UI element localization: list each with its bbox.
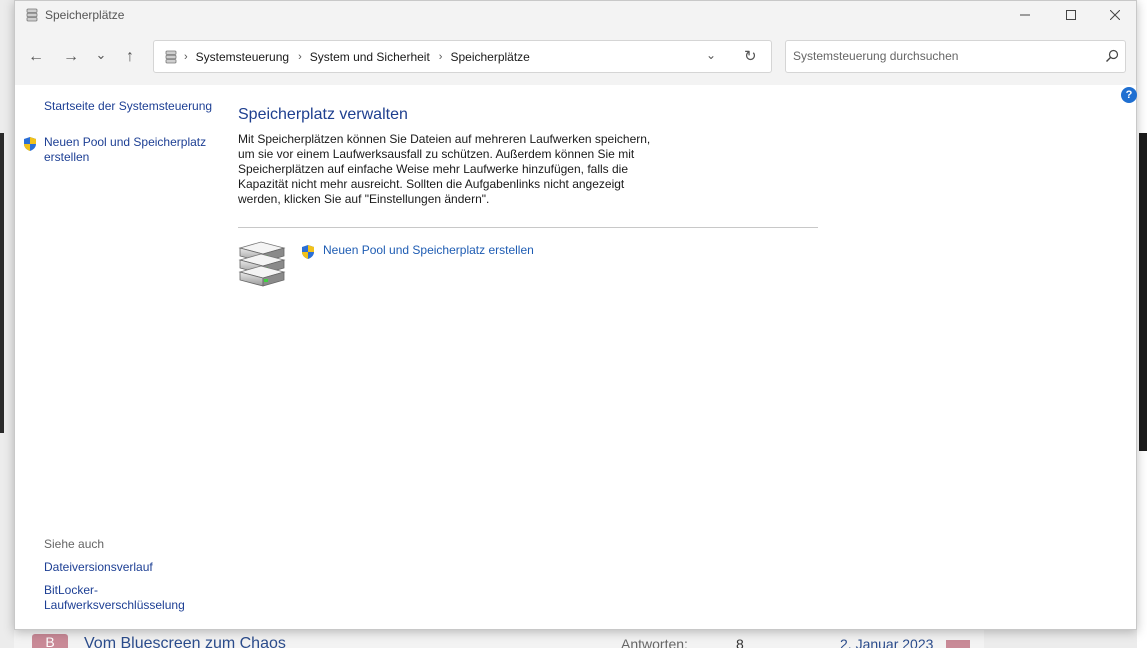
- see-also-heading: Siehe auch: [44, 537, 105, 551]
- recent-locations-button[interactable]: ⌄: [89, 43, 113, 67]
- background-forum-row: B Vom Bluescreen zum Chaos Antworten: 8 …: [14, 630, 984, 648]
- up-button[interactable]: ↑: [118, 45, 142, 69]
- uac-shield-icon: [24, 137, 36, 151]
- breadcrumb-system-und-sicherheit[interactable]: System und Sicherheit: [310, 50, 430, 64]
- background-image-left: [0, 133, 4, 433]
- bitlocker-link[interactable]: BitLocker-Laufwerksverschlüsselung: [44, 583, 214, 613]
- create-pool-task-link[interactable]: Neuen Pool und Speicherplatz erstellen: [323, 243, 534, 257]
- back-button[interactable]: ←: [24, 45, 48, 69]
- background-date: 2. Januar 2023: [840, 636, 934, 648]
- control-panel-home-link[interactable]: Startseite der Systemsteuerung: [44, 99, 212, 113]
- search-icon[interactable]: [1104, 48, 1120, 64]
- breadcrumb-separator-icon[interactable]: ›: [298, 51, 302, 63]
- page-title: Speicherplatz verwalten: [238, 106, 408, 123]
- storage-spaces-icon: [26, 8, 38, 22]
- background-avatar: B: [32, 634, 68, 648]
- close-icon: [1110, 10, 1120, 20]
- background-badge: [946, 640, 970, 648]
- navigation-bar: ← → ⌄ ↑ › Systemsteuerung › System und S…: [15, 29, 1136, 85]
- breadcrumb-systemsteuerung[interactable]: Systemsteuerung: [196, 50, 289, 64]
- refresh-icon[interactable]: ↻: [744, 47, 757, 65]
- forward-button[interactable]: →: [59, 45, 83, 69]
- breadcrumb: › Systemsteuerung › System und Sicherhei…: [184, 50, 539, 64]
- storage-spaces-icon: [165, 50, 177, 64]
- background-image-right: [1139, 133, 1147, 451]
- address-bar[interactable]: › Systemsteuerung › System und Sicherhei…: [153, 40, 772, 73]
- divider: [238, 227, 818, 228]
- breadcrumb-separator-icon: ›: [184, 51, 188, 63]
- control-panel-window: Speicherplätze ← → ⌄ ↑ › Systemsteuerung…: [14, 0, 1137, 630]
- maximize-icon: [1066, 10, 1076, 20]
- background-answers-count: 8: [736, 636, 744, 648]
- background-answers-label: Antworten:: [621, 636, 688, 648]
- page-description: Mit Speicherplätzen können Sie Dateien a…: [238, 132, 651, 206]
- address-dropdown-icon[interactable]: ⌄: [706, 48, 716, 62]
- maximize-button[interactable]: [1048, 1, 1094, 29]
- breadcrumb-separator-icon[interactable]: ›: [439, 51, 443, 63]
- chevron-down-icon: ⌄: [95, 47, 107, 62]
- minimize-button[interactable]: [1002, 1, 1048, 29]
- drive-stack-icon: [238, 241, 286, 287]
- close-button[interactable]: [1092, 1, 1138, 29]
- sidebar-new-pool-link[interactable]: Neuen Pool und Speicherplatz erstellen: [44, 135, 214, 165]
- search-input[interactable]: [793, 47, 1093, 65]
- background-thread-title: Vom Bluescreen zum Chaos: [84, 635, 286, 648]
- uac-shield-icon: [302, 245, 314, 259]
- window-title: Speicherplätze: [45, 8, 125, 22]
- arrow-right-icon: →: [63, 48, 79, 65]
- arrow-up-icon: ↑: [126, 48, 134, 65]
- file-history-link[interactable]: Dateiversionsverlauf: [44, 560, 153, 574]
- title-bar[interactable]: Speicherplätze: [15, 1, 1136, 29]
- search-box[interactable]: [785, 40, 1126, 73]
- minimize-icon: [1020, 14, 1030, 16]
- breadcrumb-speicherplaetze[interactable]: Speicherplätze: [450, 50, 529, 64]
- arrow-left-icon: ←: [28, 48, 44, 65]
- help-icon[interactable]: ?: [1121, 87, 1137, 103]
